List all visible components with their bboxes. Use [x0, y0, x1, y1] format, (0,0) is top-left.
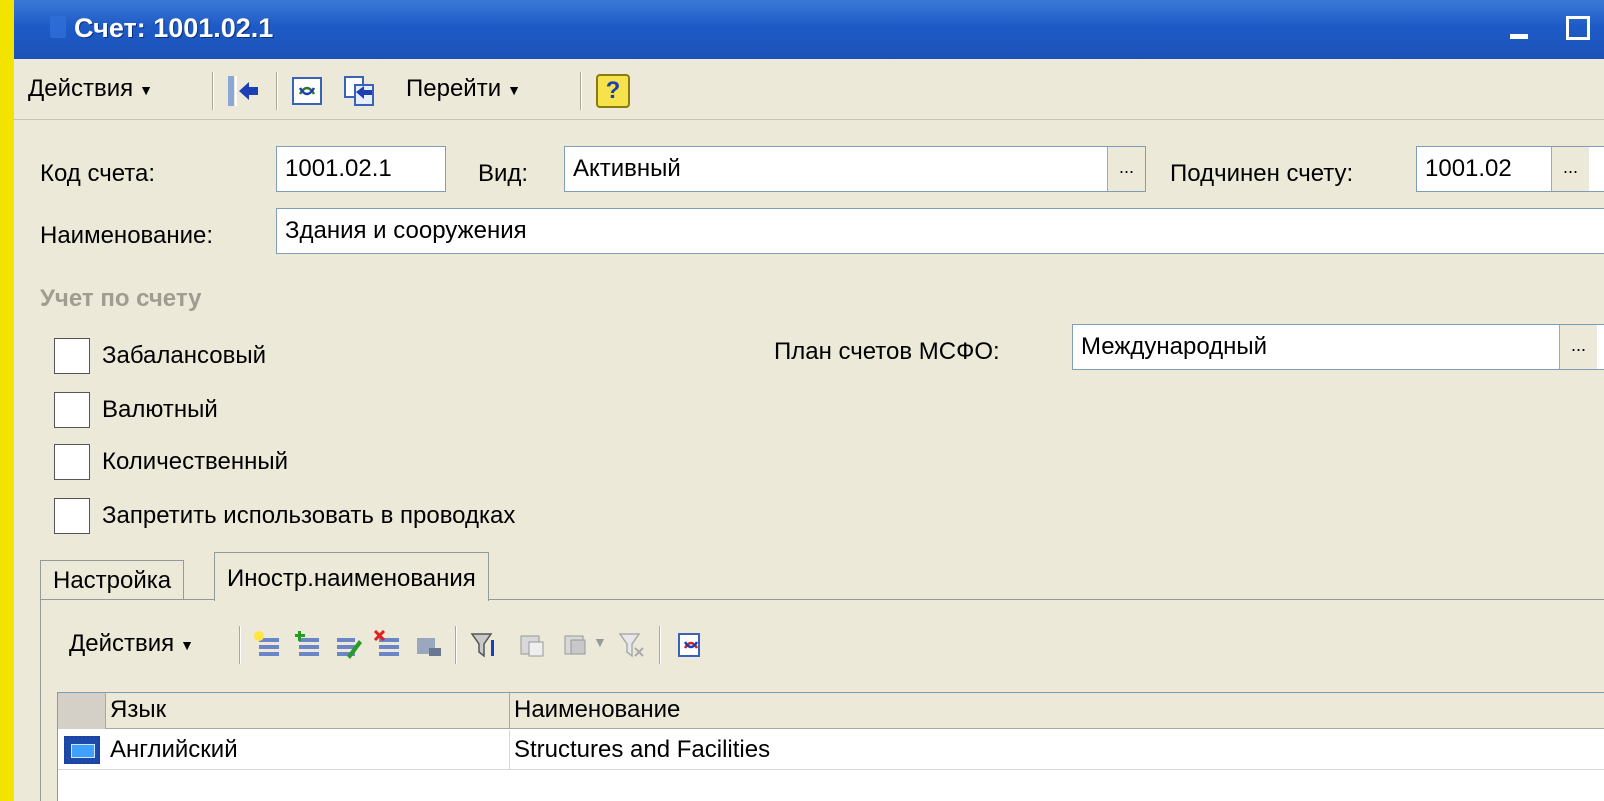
- tab-settings[interactable]: Настройка: [40, 560, 185, 600]
- account-kind-pick-button[interactable]: ...: [1107, 147, 1145, 191]
- table-header-corner: [58, 693, 106, 729]
- account-name-input[interactable]: Здания и сооружения: [276, 208, 1604, 254]
- checkbox-box[interactable]: [54, 498, 90, 534]
- refresh-list-icon[interactable]: [675, 630, 705, 660]
- goto-menu-button[interactable]: Перейти ▼: [406, 75, 521, 103]
- section-title: Учет по счету: [40, 285, 202, 312]
- save-row-icon[interactable]: [413, 630, 443, 660]
- ifrs-plan-input[interactable]: Международный ...: [1072, 324, 1604, 370]
- goto-menu-label: Перейти: [406, 75, 502, 102]
- checkbox-label: Забалансовый: [102, 342, 267, 369]
- checkbox-box[interactable]: [54, 338, 90, 374]
- parent-account-input[interactable]: 1001.02 ...: [1416, 146, 1604, 192]
- column-header-language[interactable]: Язык: [106, 693, 510, 729]
- chevron-down-icon: ▼: [180, 636, 195, 653]
- toolbar-separator: [239, 626, 241, 664]
- subtable-actions-button[interactable]: Действия ▼: [69, 630, 194, 658]
- checkbox-box[interactable]: [54, 392, 90, 428]
- toolbar-separator: [659, 626, 661, 664]
- column-header-name[interactable]: Наименование: [510, 693, 1604, 729]
- parent-account-pick-button[interactable]: ...: [1551, 147, 1589, 191]
- checkbox-label: Количественный: [102, 448, 289, 475]
- form-content: Код счета: 1001.02.1 Вид: Активный ... П…: [14, 120, 1604, 801]
- foreign-names-table: Язык Наименование Английский Structures …: [57, 692, 1604, 801]
- title-bar[interactable]: Счет: 1001.02.1: [14, 0, 1604, 59]
- account-window: Счет: 1001.02.1 Действия ▼ Перейти ▼ ? К…: [14, 0, 1604, 801]
- cell-language[interactable]: Английский: [106, 730, 510, 770]
- main-toolbar: Действия ▼ Перейти ▼ ?: [14, 60, 1604, 120]
- foreign-names-panel: Действия ▼ ▼ Язык Наименование Английски…: [40, 599, 1604, 801]
- account-kind-value: Активный: [573, 155, 681, 182]
- row-item-icon: [64, 736, 100, 764]
- chevron-down-icon: ▼: [507, 81, 521, 98]
- parent-account-label: Подчинен счету:: [1170, 160, 1354, 187]
- checkbox-label: Запретить использовать в проводках: [102, 502, 516, 529]
- table-row[interactable]: Английский Structures and Facilities: [58, 730, 1604, 770]
- ifrs-plan-label: План счетов МСФО:: [774, 338, 1000, 365]
- account-kind-input[interactable]: Активный ...: [564, 146, 1146, 192]
- table-header: Язык Наименование: [58, 693, 1604, 729]
- subtable-actions-label: Действия: [69, 630, 175, 657]
- add-row-icon[interactable]: [253, 630, 283, 660]
- window-title: Счет: 1001.02.1: [74, 13, 274, 43]
- checkbox-label: Валютный: [102, 396, 218, 423]
- toolbar-separator: [212, 72, 214, 110]
- back-arrow-icon[interactable]: [226, 74, 260, 108]
- toolbar-separator: [580, 72, 582, 110]
- add-child-row-icon[interactable]: [293, 630, 323, 660]
- ifrs-plan-value: Международный: [1081, 333, 1268, 360]
- account-name-label: Наименование:: [40, 222, 214, 249]
- account-kind-label: Вид:: [478, 160, 529, 187]
- tab-foreign-names[interactable]: Иностр.наименования: [214, 552, 489, 601]
- refresh-icon[interactable]: [290, 74, 324, 108]
- chevron-down-icon[interactable]: ▼: [593, 634, 607, 650]
- clear-filter-icon[interactable]: [617, 630, 647, 660]
- subtable-toolbar: Действия ▼ ▼: [41, 600, 1604, 690]
- actions-menu-button[interactable]: Действия ▼: [28, 75, 153, 103]
- account-code-input[interactable]: 1001.02.1: [276, 146, 446, 192]
- minimize-icon[interactable]: [1510, 34, 1528, 39]
- maximize-icon[interactable]: [1566, 16, 1590, 40]
- delete-row-icon[interactable]: [373, 630, 403, 660]
- edit-row-icon[interactable]: [333, 630, 363, 660]
- ifrs-plan-pick-button[interactable]: ...: [1559, 325, 1597, 369]
- help-icon[interactable]: ?: [596, 74, 630, 108]
- checkbox-box[interactable]: [54, 444, 90, 480]
- filter-by-value-icon[interactable]: [517, 630, 547, 660]
- filter-icon[interactable]: [469, 630, 499, 660]
- app-icon: [50, 16, 66, 38]
- actions-menu-label: Действия: [28, 75, 134, 102]
- chevron-down-icon: ▼: [139, 81, 154, 98]
- copy-icon[interactable]: [342, 74, 376, 108]
- toolbar-separator: [455, 626, 457, 664]
- toolbar-separator: [276, 72, 278, 110]
- parent-account-value: 1001.02: [1425, 155, 1512, 182]
- filter-history-icon[interactable]: [561, 630, 591, 660]
- account-code-label: Код счета:: [40, 160, 155, 187]
- cell-name[interactable]: Structures and Facilities: [510, 730, 1604, 770]
